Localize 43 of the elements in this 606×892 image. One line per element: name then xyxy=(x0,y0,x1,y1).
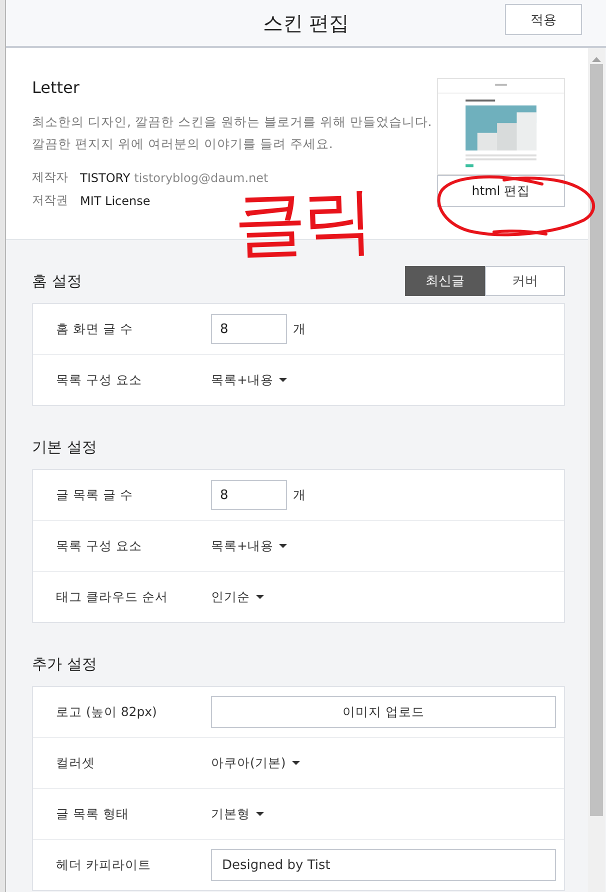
toggle-tab[interactable]: 커버 xyxy=(485,266,565,296)
dropdown[interactable]: 목록+내용 xyxy=(211,538,288,554)
upload-button[interactable]: 이미지 업로드 xyxy=(211,696,556,728)
author-email: tistoryblog@daum.net xyxy=(134,170,268,184)
number-field[interactable]: 8 xyxy=(211,314,287,344)
caret-icon xyxy=(256,812,264,816)
setting-label: 목록 구성 요소 xyxy=(55,372,143,388)
number-field[interactable]: 8 xyxy=(211,480,287,510)
handwritten-note: 클릭 xyxy=(232,184,372,260)
setting-label: 목록 구성 요소 xyxy=(55,538,143,554)
page-title: 스킨 편집 xyxy=(262,10,350,36)
dropdown[interactable]: 인기순 xyxy=(211,588,264,606)
skin-description: 최소한의 디자인, 깔끔한 스킨을 원하는 블로거를 위해 만들었습니다. xyxy=(32,113,433,131)
toggle-tab[interactable]: 최신글 xyxy=(405,266,485,296)
apply-button[interactable]: 적용 xyxy=(505,4,582,35)
dropdown[interactable]: 목록+내용 xyxy=(211,372,288,388)
setting-label: 로고 (높이 82px) xyxy=(55,704,158,720)
setting-label: 태그 클라우드 순서 xyxy=(55,588,169,606)
unit-label: 개 xyxy=(293,486,306,504)
meta-label: 제작자 xyxy=(32,169,69,186)
setting-label: 컬러셋 xyxy=(55,754,96,772)
caret-icon xyxy=(256,595,264,599)
section-title: 기본 설정 xyxy=(32,438,97,456)
dropdown[interactable]: 아쿠아(기본) xyxy=(211,754,300,772)
meta-value: TISTORY xyxy=(80,170,130,184)
setting-label: 글 목록 형태 xyxy=(55,806,130,822)
setting-label: 헤더 카피라이트 xyxy=(55,856,152,874)
text-field[interactable]: Designed by Tist xyxy=(211,849,556,881)
meta-value: MIT License xyxy=(80,194,150,208)
scrollbar-thumb[interactable] xyxy=(590,64,603,816)
caret-icon xyxy=(279,378,288,382)
setting-label: 글 목록 글 수 xyxy=(55,486,134,504)
caret-icon xyxy=(279,544,288,548)
skin-description: 깔끔한 편지지 위에 여러분의 이야기를 들려 주세요. xyxy=(32,135,334,153)
setting-label: 홈 화면 글 수 xyxy=(55,320,134,338)
section-title: 추가 설정 xyxy=(32,654,97,674)
dropdown[interactable]: 기본형 xyxy=(211,806,264,822)
section-title: 홈 설정 xyxy=(32,272,82,290)
skin-name: Letter xyxy=(32,78,80,97)
caret-icon xyxy=(292,761,300,765)
unit-label: 개 xyxy=(293,320,306,338)
meta-label: 저작권 xyxy=(32,192,69,209)
scroll-up-icon[interactable] xyxy=(592,57,601,62)
